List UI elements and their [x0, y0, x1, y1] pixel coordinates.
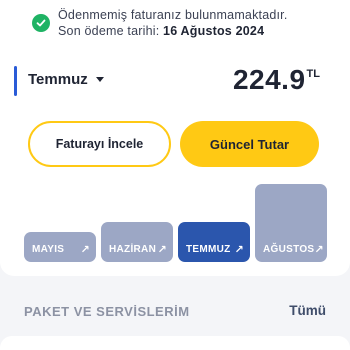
section-title: PAKET VE SERVİSLERİM — [24, 304, 190, 319]
bar-category-label: TEMMUZ — [186, 244, 231, 255]
arrow-up-right-icon: ↗ — [157, 244, 167, 256]
bar-label: AĞUSTOS ↗ — [263, 243, 324, 256]
bar-label: MAYIS ↗ — [32, 243, 90, 256]
bar-hazi̇ran[interactable]: HAZİRAN ↗ — [101, 221, 173, 262]
monthly-bar-chart: MAYIS ↗ HAZİRAN ↗ TEMMUZ ↗ AĞUSTOS ↗ — [0, 0, 350, 276]
billing-card: Ödenmemiş faturanız bulunmamaktadır. Son… — [0, 0, 350, 276]
arrow-up-right-icon: ↗ — [314, 244, 324, 256]
bar-category-label: MAYIS — [32, 244, 65, 255]
bar-label: TEMMUZ ↗ — [186, 243, 244, 256]
bar-label: HAZİRAN ↗ — [109, 243, 167, 256]
next-card-edge — [0, 336, 350, 350]
bar-mayis[interactable]: MAYIS ↗ — [24, 232, 96, 262]
arrow-up-right-icon: ↗ — [80, 244, 90, 256]
arrow-up-right-icon: ↗ — [234, 244, 244, 256]
see-all-link[interactable]: Tümü — [289, 303, 326, 318]
bar-ağustos[interactable]: AĞUSTOS ↗ — [255, 184, 327, 262]
bar-category-label: AĞUSTOS — [263, 244, 315, 255]
bar-category-label: HAZİRAN — [109, 244, 157, 255]
bar-temmuz[interactable]: TEMMUZ ↗ — [178, 221, 250, 262]
